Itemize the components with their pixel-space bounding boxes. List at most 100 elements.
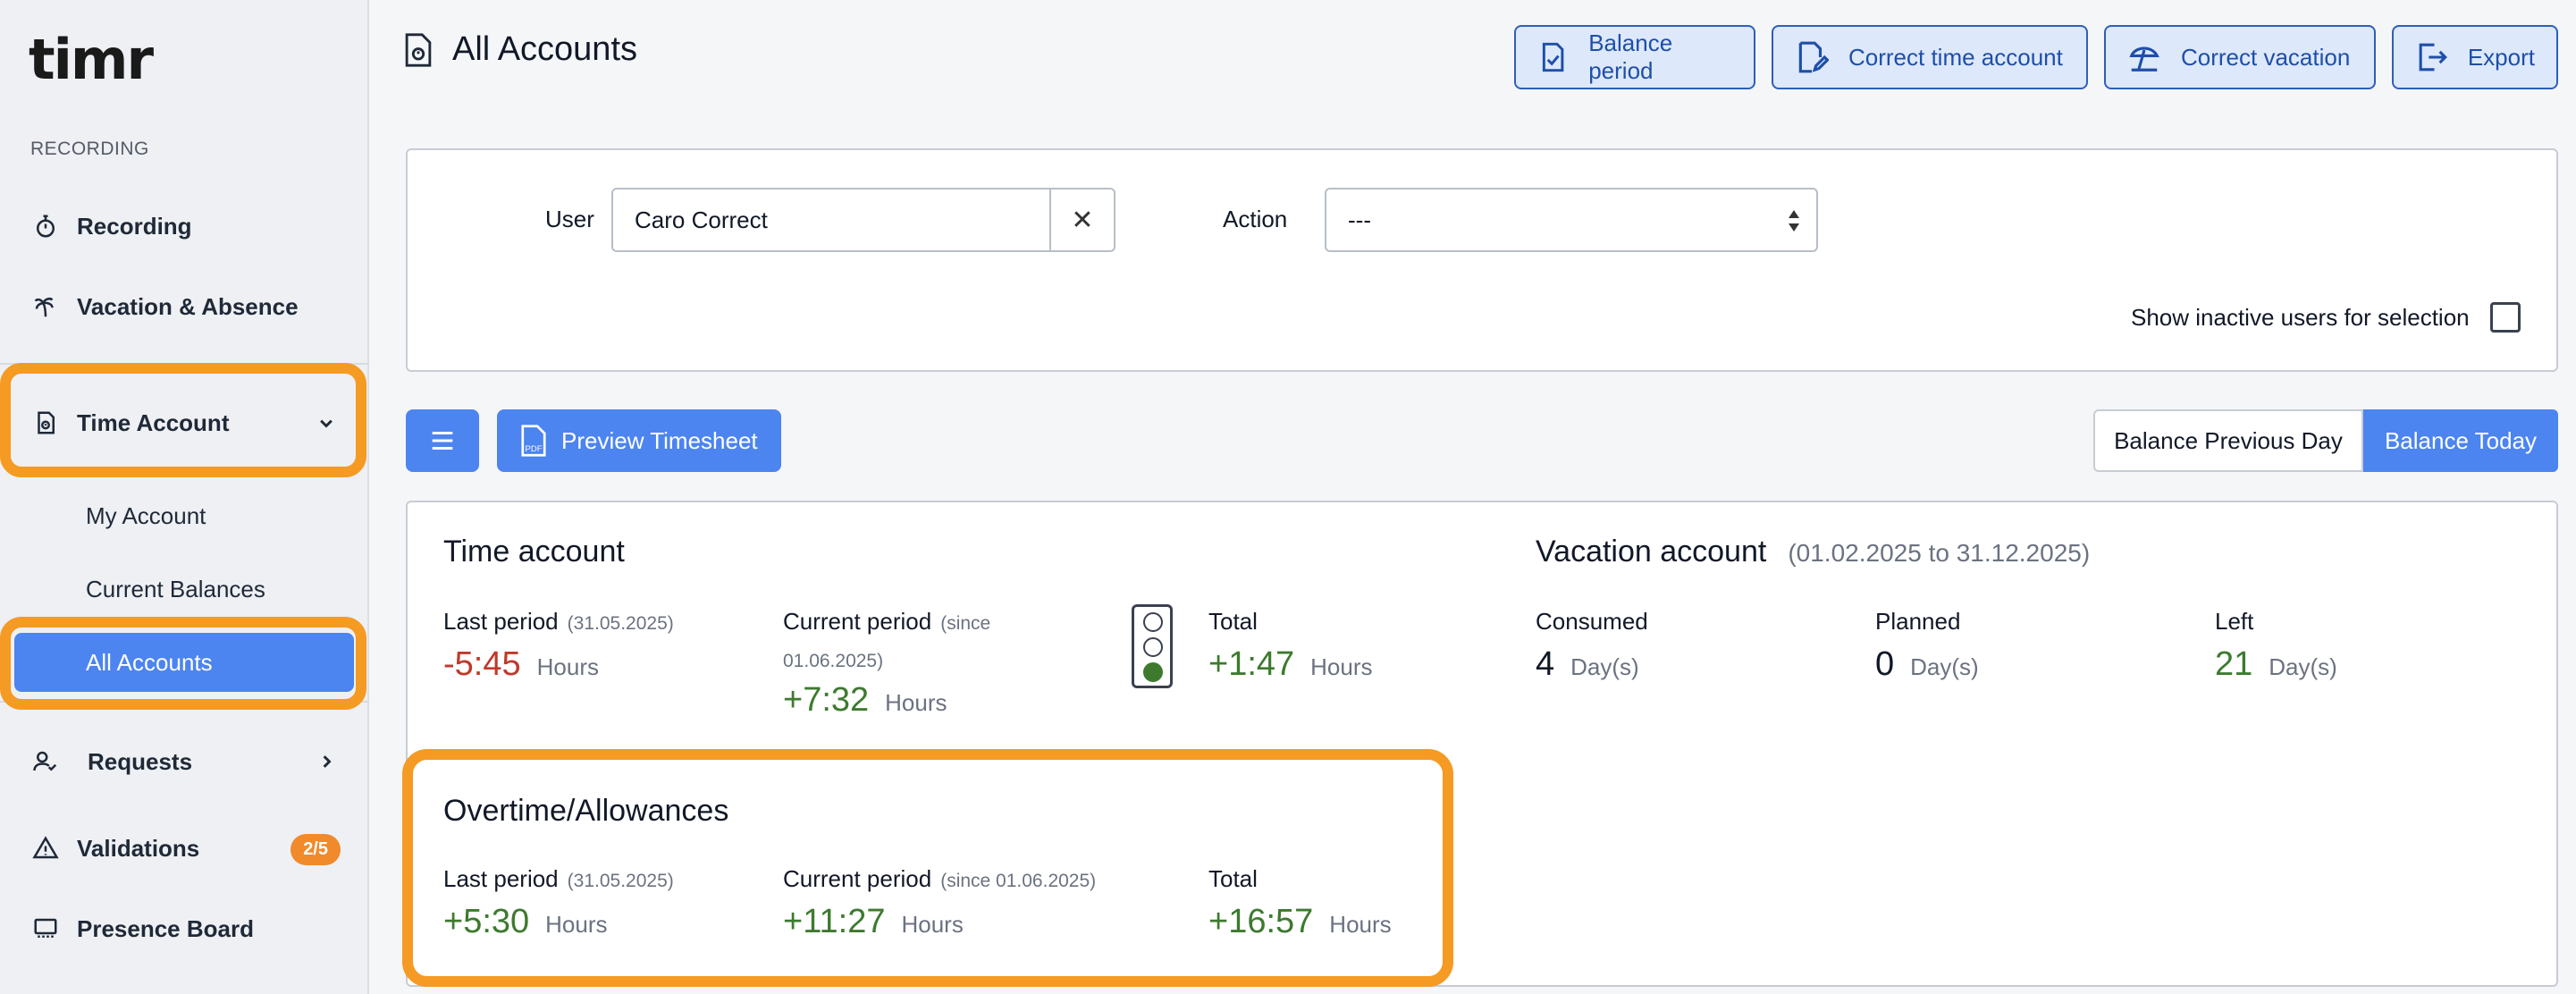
hamburger-icon	[432, 431, 453, 451]
show-inactive-label: Show inactive users for selection	[2131, 304, 2470, 331]
balance-previous-day-button[interactable]: Balance Previous Day	[2093, 409, 2363, 472]
time-current-period-value: +7:32 Hours	[783, 681, 947, 720]
balance-period-label: Balance period	[1588, 29, 1673, 84]
label-text: Current period	[783, 865, 932, 892]
value-number: 0	[1875, 645, 1895, 683]
sidebar-item-vacation-absence[interactable]: Vacation & Absence	[0, 271, 369, 342]
page-header: All Accounts	[402, 30, 637, 69]
time-last-period-value: -5:45 Hours	[443, 645, 599, 684]
chevron-right-icon	[323, 755, 332, 768]
sidebar-item-label: Recording	[77, 212, 192, 240]
select-arrows-icon	[1789, 210, 1799, 232]
account-panel	[406, 501, 2558, 987]
document-check-icon	[1542, 42, 1564, 72]
sidebar-item-label: Requests	[88, 747, 193, 775]
export-button[interactable]: Export	[2392, 25, 2558, 89]
overtime-current-period-label: Current period (since 01.06.2025)	[783, 865, 1096, 893]
export-icon	[2419, 43, 2447, 72]
sidebar-item-label: Presence Board	[77, 914, 254, 942]
document-edit-icon	[1798, 41, 1829, 73]
menu-button[interactable]	[406, 409, 479, 472]
page-title: All Accounts	[452, 30, 637, 68]
label-text: Last period	[443, 865, 559, 892]
value-number: +11:27	[783, 903, 886, 940]
time-last-period-date: (31.05.2025)	[567, 613, 674, 634]
time-total-label: Total	[1208, 608, 1258, 635]
user-label: User	[545, 206, 594, 232]
value-number: +5:30	[443, 903, 530, 940]
value-number: +1:47	[1208, 645, 1295, 683]
action-select[interactable]: ---	[1325, 188, 1818, 252]
chevron-down-icon	[320, 419, 333, 428]
warning-icon	[30, 833, 61, 863]
vacation-left-label: Left	[2215, 608, 2254, 635]
overtime-title: Overtime/Allowances	[443, 794, 729, 828]
vacation-account-title: Vacation account (01.02.2025 to 31.12.202…	[1536, 535, 2090, 569]
app-logo[interactable]: timr	[29, 27, 154, 92]
correct-time-account-label: Correct time account	[1848, 43, 2063, 71]
overtime-last-period-label: Last period (31.05.2025)	[443, 865, 674, 893]
traffic-light-icon	[1132, 604, 1173, 688]
user-select-input[interactable]: Caro Correct	[611, 188, 1051, 252]
sidebar-divider	[0, 701, 369, 703]
sidebar-item-recording[interactable]: Recording	[0, 190, 369, 262]
title-text: Vacation account	[1536, 535, 1767, 569]
pdf-icon: PDF	[521, 425, 546, 457]
value-unit: Day(s)	[1910, 653, 1979, 680]
validations-count-badge: 2/5	[290, 834, 341, 865]
correct-time-account-button[interactable]: Correct time account	[1772, 25, 2088, 89]
vacation-planned-value: 0 Day(s)	[1875, 645, 1979, 684]
overtime-total-label: Total	[1208, 865, 1258, 892]
traffic-light-red	[1143, 612, 1163, 632]
sidebar: timr RECORDING Recording Vacation & Abse…	[0, 0, 369, 994]
value-unit: Hours	[545, 911, 608, 938]
balance-period-button[interactable]: Balance period	[1514, 25, 1755, 89]
value-number: +16:57	[1208, 903, 1314, 940]
label-text: Last period	[443, 608, 559, 635]
value-unit: Hours	[885, 689, 947, 716]
overtime-current-period-since: (since 01.06.2025)	[940, 871, 1097, 891]
preview-timesheet-label: Preview Timesheet	[561, 426, 758, 454]
time-total-value: +1:47 Hours	[1208, 645, 1373, 684]
overtime-last-period-value: +5:30 Hours	[443, 903, 608, 941]
correct-vacation-button[interactable]: Correct vacation	[2104, 25, 2376, 89]
value-unit: Day(s)	[2269, 653, 2337, 680]
user-check-icon	[30, 746, 61, 777]
time-current-period-label: Current period (since	[783, 608, 990, 636]
label-text: Current period	[783, 608, 932, 635]
value-unit: Hours	[1329, 911, 1392, 938]
sidebar-item-presence-board[interactable]: Presence Board	[0, 893, 369, 965]
sidebar-item-validations[interactable]: Validations 2/5	[0, 813, 369, 884]
vacation-left-value: 21 Day(s)	[2215, 645, 2337, 684]
sidebar-subitem-my-account[interactable]: My Account	[86, 502, 206, 530]
time-current-period-date: 01.06.2025)	[783, 651, 884, 671]
preview-timesheet-button[interactable]: PDF Preview Timesheet	[497, 409, 781, 472]
stopwatch-icon	[30, 211, 61, 241]
presence-board-icon	[30, 914, 61, 944]
overtime-current-period-value: +11:27 Hours	[783, 903, 964, 941]
value-number: 21	[2215, 645, 2253, 683]
beach-umbrella-icon	[2129, 46, 2159, 72]
value-unit: Day(s)	[1570, 653, 1639, 680]
sidebar-subitem-current-balances[interactable]: Current Balances	[86, 576, 265, 603]
export-label: Export	[2467, 43, 2535, 71]
sidebar-item-time-account[interactable]: Time Account	[0, 387, 369, 459]
sidebar-subitem-label: All Accounts	[86, 649, 213, 676]
filter-panel: User Caro Correct ✕ Action --- Show inac…	[406, 148, 2558, 372]
value-unit: Hours	[536, 653, 599, 680]
sidebar-item-label: Time Account	[77, 409, 230, 436]
sidebar-item-requests[interactable]: Requests	[0, 726, 369, 797]
sidebar-subitem-all-accounts[interactable]: All Accounts	[14, 633, 354, 692]
vacation-planned-label: Planned	[1875, 608, 1961, 635]
time-current-period-since: (since	[940, 613, 991, 634]
show-inactive-checkbox[interactable]	[2490, 302, 2521, 333]
correct-vacation-label: Correct vacation	[2181, 43, 2351, 71]
value-unit: Hours	[901, 911, 964, 938]
clear-user-button[interactable]: ✕	[1051, 188, 1115, 252]
time-last-period-label: Last period (31.05.2025)	[443, 608, 674, 636]
balance-today-button[interactable]: Balance Today	[2363, 409, 2558, 472]
vacation-range: (01.02.2025 to 31.12.2025)	[1788, 539, 2091, 567]
value-unit: Hours	[1310, 653, 1373, 680]
document-clock-icon	[30, 408, 61, 438]
palm-tree-icon	[30, 291, 61, 322]
